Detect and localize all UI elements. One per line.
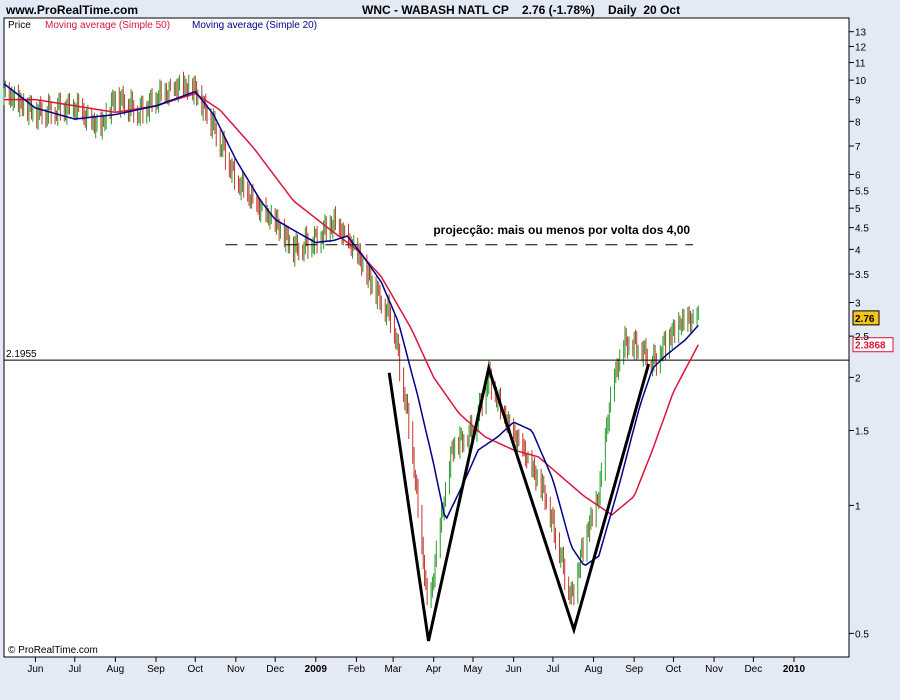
y-tick-label: 10	[855, 76, 867, 87]
x-tick-label: 2009	[305, 664, 328, 675]
x-tick-label: Feb	[348, 664, 366, 675]
x-tick-label: Jun	[27, 664, 43, 675]
x-tick-label: Oct	[187, 664, 203, 675]
y-tick-label: 1	[855, 501, 861, 512]
y-tick-label: 6	[855, 170, 861, 181]
y-tick-label: 9	[855, 96, 861, 107]
last-price-label: 2.76	[855, 314, 875, 325]
y-tick-label: 5.5	[855, 187, 869, 198]
y-tick-label: 8	[855, 117, 861, 128]
chart-svg: Price Moving average (Simple 50) Moving …	[3, 17, 894, 675]
x-tick-label: Apr	[426, 664, 442, 675]
x-tick-label: Dec	[744, 664, 762, 675]
x-tick-label: Dec	[266, 664, 284, 675]
y-tick-label: 5	[855, 204, 861, 215]
y-tick-label: 4	[855, 245, 861, 256]
x-axis: Jun Jul Aug Sep Oct Nov Dec 2009 Feb Mar Apr May Jun…	[27, 657, 806, 675]
y-tick-label: 11	[855, 59, 866, 70]
y-tick-label: 4.5	[855, 224, 869, 235]
x-tick-label: Nov	[705, 664, 723, 675]
y-tick-label: 3	[855, 298, 861, 309]
y-tick-label: 12	[855, 42, 867, 53]
x-tick-label: Aug	[585, 664, 603, 675]
legend-ma50: Moving average (Simple 50)	[45, 20, 170, 31]
support-line-label: 2.1955	[6, 349, 37, 360]
x-tick-label: Mar	[384, 664, 402, 675]
x-tick-label: Jun	[506, 664, 522, 675]
x-tick-label: Jul	[547, 664, 560, 675]
x-tick-label: Sep	[625, 664, 643, 675]
x-tick-label: Oct	[666, 664, 682, 675]
y-tick-label: 13	[855, 28, 867, 39]
y-tick-label: 2	[855, 373, 861, 384]
y-tick-label: 2.5	[855, 332, 869, 343]
y-axis: 0.5 1 1.5 2 2.5 3 3.5 4 4.5 5 5.5 6 7 8 9 10 11 12 13	[849, 28, 869, 640]
copyright: © ProRealTime.com	[8, 645, 98, 656]
legend-ma20: Moving average (Simple 20)	[192, 20, 317, 31]
y-tick-label: 1.5	[855, 426, 869, 437]
x-tick-label: Jul	[68, 664, 81, 675]
x-tick-label: Sep	[147, 664, 165, 675]
y-tick-label: 7	[855, 142, 861, 153]
x-tick-label: Nov	[227, 664, 245, 675]
y-tick-label: 3.5	[855, 270, 869, 281]
y-tick-label: 0.5	[855, 629, 869, 640]
x-tick-label: Aug	[106, 664, 124, 675]
x-tick-label: 2010	[783, 664, 806, 675]
legend-price: Price	[8, 20, 31, 31]
projection-text: projecção: mais ou menos por volta dos 4…	[433, 223, 690, 237]
x-tick-label: May	[464, 664, 483, 675]
